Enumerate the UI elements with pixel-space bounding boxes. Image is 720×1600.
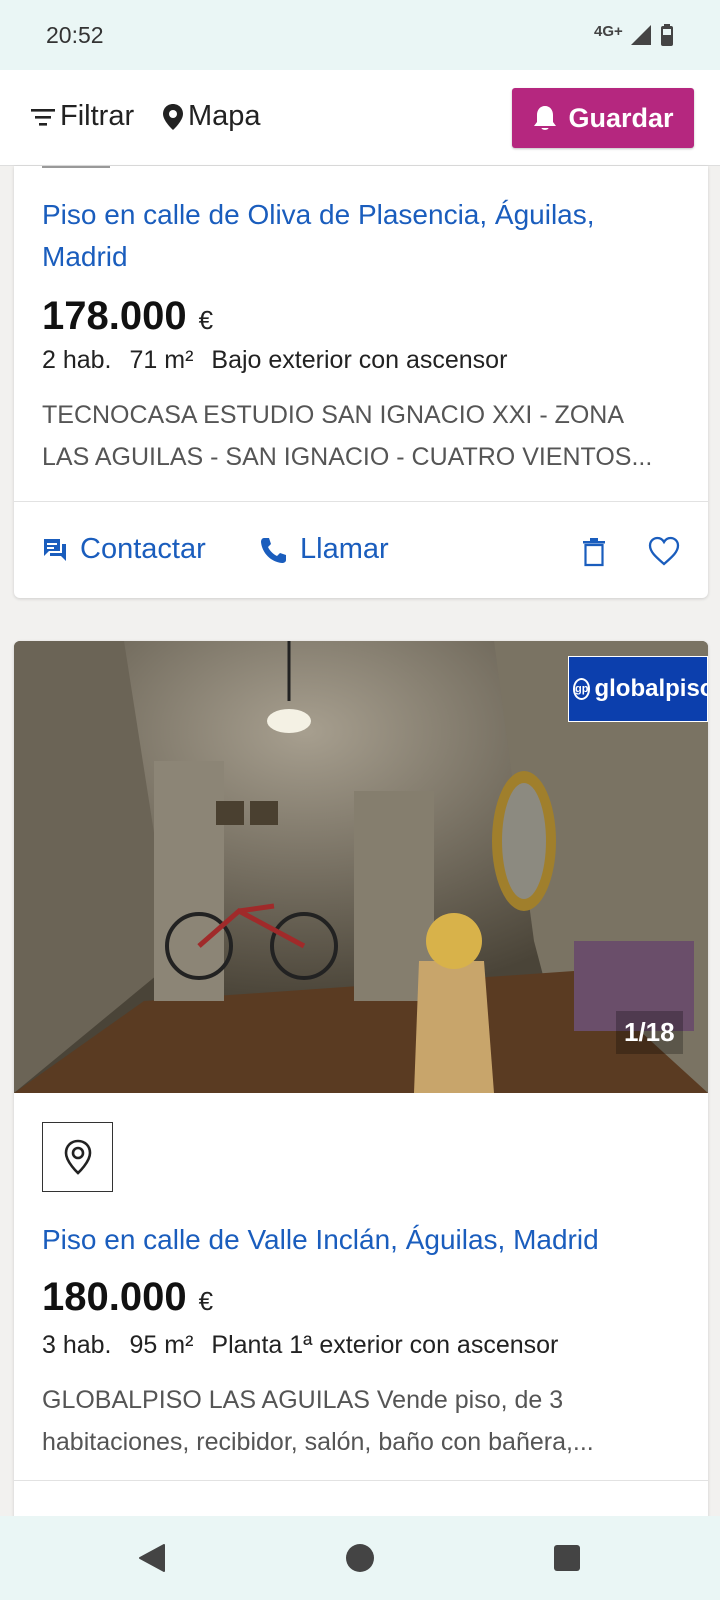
- back-icon[interactable]: [136, 1542, 168, 1574]
- listing-features: 3 hab. 95 m² Planta 1ª exterior con asce…: [42, 1331, 576, 1360]
- location-pin-icon: [64, 1139, 91, 1175]
- agency-logo[interactable]: gp globalpiso: [568, 656, 708, 722]
- area: 71 m²: [129, 346, 194, 374]
- floor: Planta 1ª exterior con ascensor: [211, 1331, 559, 1359]
- filter-icon: [31, 108, 55, 126]
- trash-icon[interactable]: [582, 537, 606, 567]
- divider: [14, 501, 708, 502]
- system-nav-bar: [0, 1516, 720, 1600]
- phone-icon: [261, 537, 286, 563]
- divider: [14, 1480, 708, 1481]
- favorite-heart-icon[interactable]: [648, 536, 680, 566]
- area: 95 m²: [129, 1331, 194, 1359]
- listing-photo[interactable]: gp globalpiso 1/18: [14, 641, 708, 1093]
- network-type: 4G+: [594, 23, 623, 40]
- listing-description[interactable]: TECNOCASA ESTUDIO SAN IGNACIO XXI - ZONA…: [42, 394, 682, 478]
- divider: [42, 166, 110, 168]
- status-time: 20:52: [46, 22, 104, 48]
- price-currency: €: [198, 1286, 214, 1316]
- listing-features: 2 hab. 71 m² Bajo exterior con ascensor: [42, 346, 525, 375]
- photo-counter: 1/18: [616, 1011, 683, 1054]
- contact-button[interactable]: Contactar: [42, 533, 206, 566]
- contact-label: Contactar: [80, 533, 206, 565]
- map-pin-icon: [163, 103, 183, 130]
- battery-icon: [661, 24, 673, 46]
- price-value: 180.000: [42, 1275, 187, 1319]
- listing-title[interactable]: Piso en calle de Valle Inclán, Águilas, …: [42, 1219, 599, 1261]
- filter-button[interactable]: Filtrar: [30, 100, 134, 133]
- show-on-map-button[interactable]: [42, 1122, 113, 1192]
- status-bar: 20:52 4G+: [0, 0, 720, 70]
- signal-icon: [631, 25, 651, 45]
- call-label: Llamar: [300, 533, 389, 565]
- floor: Bajo exterior con ascensor: [211, 346, 508, 374]
- rooms: 2 hab.: [42, 346, 112, 374]
- listing-card[interactable]: Piso en calle de Oliva de Plasencia, Águ…: [14, 166, 708, 598]
- save-label: Guardar: [568, 102, 674, 133]
- call-button[interactable]: Llamar: [258, 533, 389, 566]
- chat-icon: [44, 538, 66, 561]
- home-icon[interactable]: [344, 1542, 376, 1574]
- price-value: 178.000: [42, 294, 187, 338]
- agency-name: globalpiso: [594, 675, 708, 702]
- listing-price: 178.000 €: [42, 294, 213, 339]
- map-button[interactable]: Mapa: [162, 100, 261, 133]
- price-currency: €: [198, 305, 214, 335]
- recents-icon[interactable]: [552, 1542, 582, 1574]
- map-label: Mapa: [188, 100, 261, 132]
- filter-label: Filtrar: [60, 100, 135, 132]
- listing-title[interactable]: Piso en calle de Oliva de Plasencia, Águ…: [42, 194, 595, 278]
- agency-badge: gp: [573, 678, 591, 700]
- listing-card[interactable]: gp globalpiso 1/18 Piso en calle de Vall…: [14, 641, 708, 1521]
- bell-icon: [534, 106, 557, 130]
- save-search-button[interactable]: Guardar: [512, 88, 694, 148]
- top-toolbar: Filtrar Mapa Guardar: [0, 70, 720, 166]
- listing-price: 180.000 €: [42, 1275, 213, 1320]
- listing-description[interactable]: GLOBALPISO LAS AGUILAS Vende piso, de 3 …: [42, 1379, 682, 1463]
- rooms: 3 hab.: [42, 1331, 112, 1359]
